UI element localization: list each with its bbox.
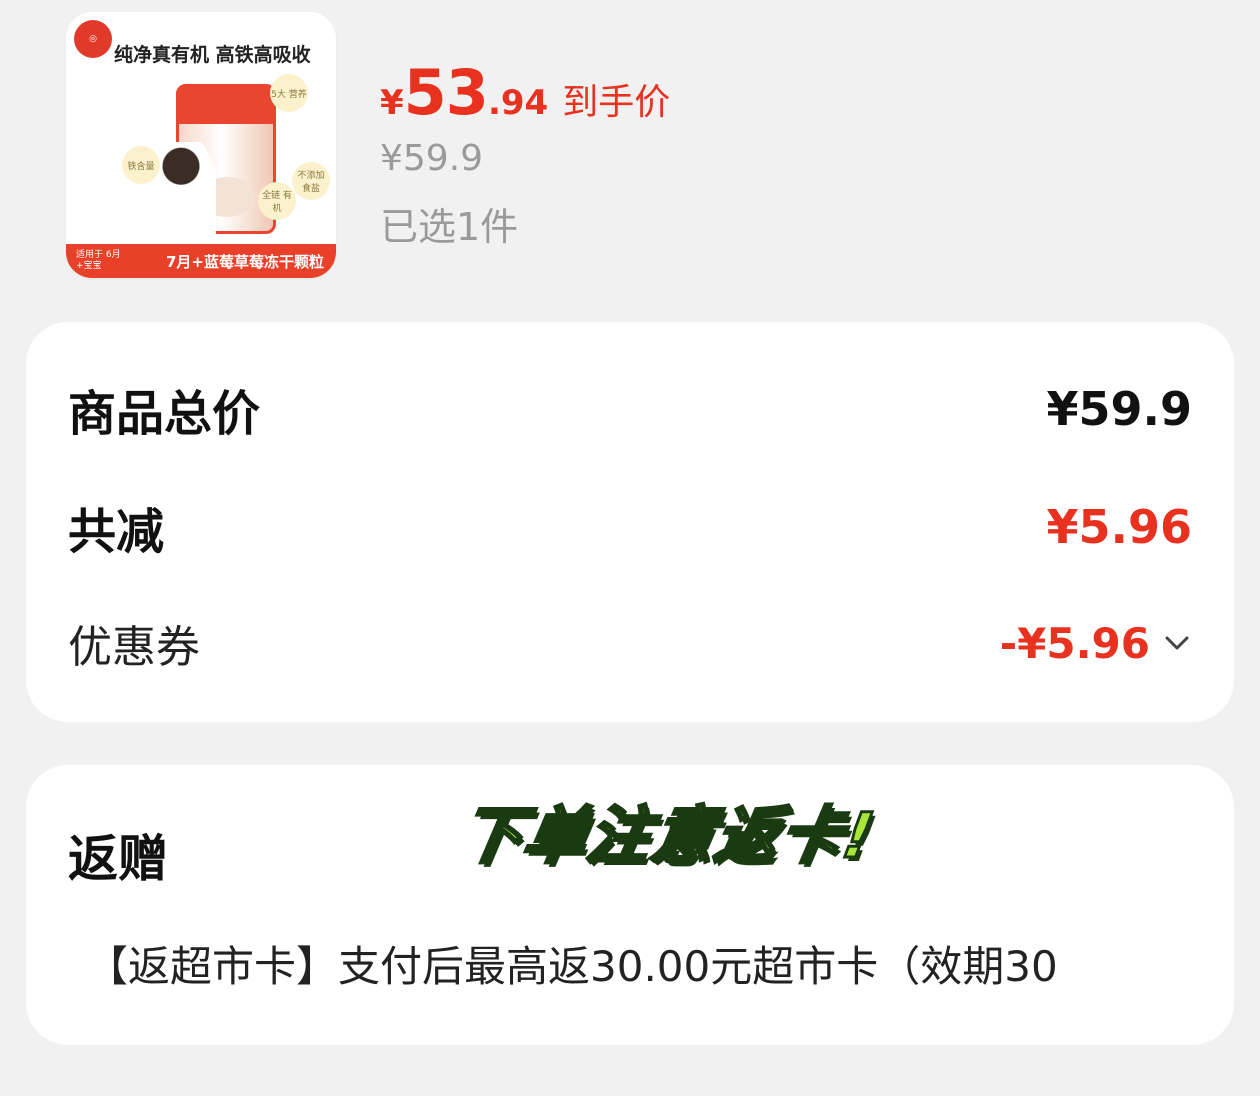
- order-confirmation-page: ◎ 纯净真有机 高铁高吸收 铁含量 全链 有机 不添加 食盐 5大 营养 适用于…: [0, 0, 1260, 1096]
- thumbnail-banner: 适用于 6月+宝宝 7月+蓝莓草莓冻干颗粒: [66, 244, 336, 278]
- rebate-description[interactable]: 【返超市卡】支付后最高返30.00元超市卡（效期30: [86, 933, 1058, 994]
- rebate-card: 返赠 下单注意返卡! 【返超市卡】支付后最高返30.00元超市卡（效期30: [26, 765, 1234, 1045]
- coupon-row[interactable]: 优惠券 -¥5.96: [68, 610, 1192, 676]
- thumbnail-banner-text: 7月+蓝莓草莓冻干颗粒: [166, 252, 325, 271]
- chevron-down-icon[interactable]: [1162, 628, 1192, 658]
- coupon-value: -¥5.96: [999, 618, 1150, 668]
- total-price-value: ¥59.9: [1046, 382, 1192, 436]
- thumbnail-banner-small: 适用于 6月+宝宝: [76, 250, 121, 271]
- coupon-selector[interactable]: -¥5.96: [1000, 619, 1192, 668]
- rebate-promo-banner: 下单注意返卡!: [452, 798, 882, 874]
- discount-row: 共减 ¥5.96: [68, 492, 1192, 562]
- total-price-row: 商品总价 ¥59.9: [68, 374, 1192, 444]
- selected-count: 已选1件: [380, 205, 519, 249]
- thumbnail-bubble: 全链 有机: [258, 182, 296, 220]
- discount-label: 共减: [68, 504, 165, 560]
- brand-logo-icon: ◎: [74, 20, 112, 58]
- thumbnail-bubble: 5大 营养: [270, 74, 308, 112]
- coupon-label: 优惠券: [68, 622, 200, 673]
- thumbnail-bubble: 不添加 食盐: [292, 162, 330, 200]
- price-currency-symbol: ¥: [380, 83, 404, 123]
- product-thumbnail[interactable]: ◎ 纯净真有机 高铁高吸收 铁含量 全链 有机 不添加 食盐 5大 营养 适用于…: [66, 12, 336, 278]
- price-decimal: .94: [487, 83, 549, 123]
- discount-value: ¥5.96: [1046, 500, 1192, 554]
- final-price: ¥ 53 .94 到手价: [380, 56, 670, 129]
- price-summary-card: 商品总价 ¥59.9 共减 ¥5.96 优惠券 -¥5.96: [26, 322, 1234, 722]
- thumbnail-bubble: 铁含量: [122, 146, 160, 184]
- original-price: ¥59.9: [380, 138, 484, 179]
- thumbnail-headline: 纯净真有机 高铁高吸收: [114, 44, 311, 66]
- price-integer: 53: [403, 56, 489, 129]
- price-tag-label: 到手价: [562, 82, 671, 123]
- rebate-title: 返赠: [68, 830, 168, 888]
- total-price-label: 商品总价: [68, 386, 261, 442]
